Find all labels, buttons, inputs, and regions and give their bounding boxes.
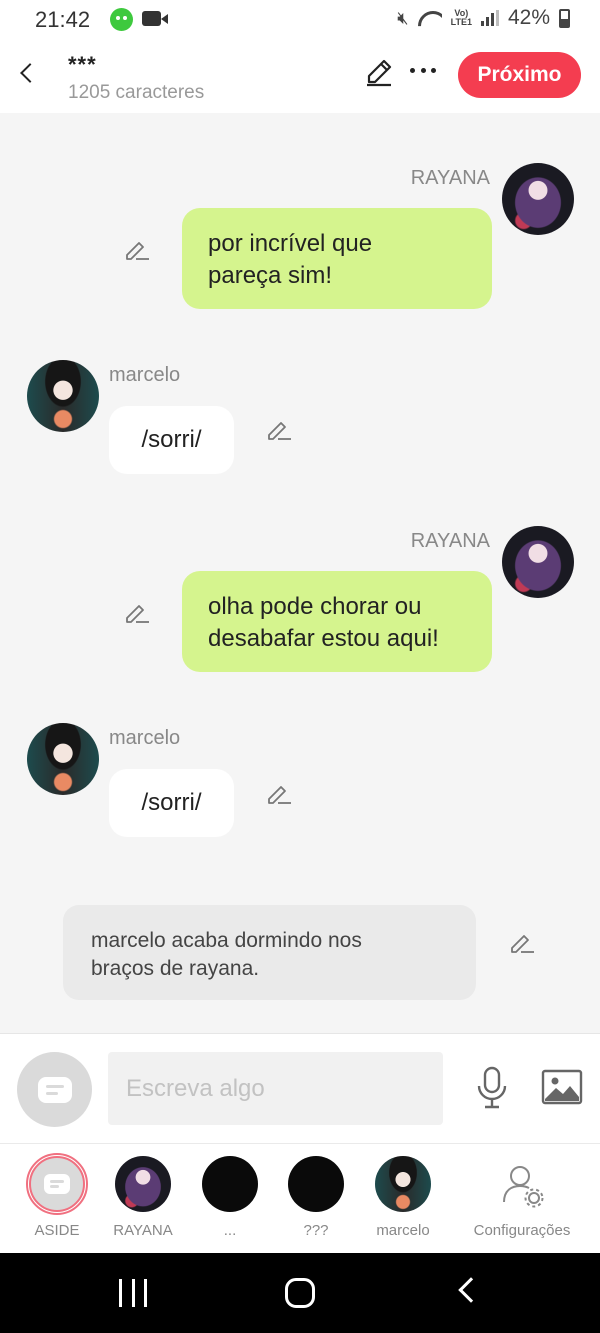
edit-message-button[interactable] xyxy=(266,782,292,808)
character-label: RAYANA xyxy=(113,1222,173,1239)
volte-icon: Vo) LTE1 xyxy=(451,9,472,27)
image-button[interactable] xyxy=(541,1069,583,1105)
edit-message-button[interactable] xyxy=(266,418,292,444)
message-text: /sorri/ xyxy=(141,789,202,816)
character-tab-rayana[interactable]: RAYANA xyxy=(100,1156,186,1239)
chat-bubble-icon xyxy=(44,1174,70,1194)
aside-bubble[interactable]: marcelo acaba dormindo nos braços de ray… xyxy=(63,905,476,1000)
wifi-icon xyxy=(418,9,442,27)
story-title: *** xyxy=(68,52,97,77)
message-line: desabafar estou aqui! xyxy=(208,625,439,652)
aside-mode-button[interactable] xyxy=(17,1052,92,1127)
avatar-rayana[interactable] xyxy=(502,163,574,235)
edit-message-button[interactable] xyxy=(124,601,150,627)
app-notification-icon xyxy=(110,8,133,31)
settings-tab[interactable]: Configurações xyxy=(468,1156,576,1239)
character-label: ??? xyxy=(303,1222,329,1239)
composer xyxy=(0,1033,600,1143)
status-bar: 21:42 🔇︎ Vo) LTE1 42% xyxy=(0,0,600,40)
character-label: ASIDE xyxy=(34,1222,80,1239)
message-line: por incrível que xyxy=(208,230,373,257)
sender-name: RAYANA xyxy=(410,167,490,189)
chat-area: RAYANA por incrível que pareça sim! marc… xyxy=(0,113,600,1033)
battery-icon xyxy=(559,8,570,28)
image-icon xyxy=(541,1069,583,1105)
home-button[interactable] xyxy=(285,1278,315,1308)
message-text: /sorri/ xyxy=(141,426,202,453)
edit-aside-button[interactable] xyxy=(509,931,535,957)
character-tab-marcelo[interactable]: marcelo xyxy=(360,1156,446,1239)
avatar-marcelo[interactable] xyxy=(27,360,99,432)
sender-name: marcelo xyxy=(109,364,181,386)
message-bubble[interactable]: /sorri/ xyxy=(109,406,234,474)
character-label: ... xyxy=(223,1222,237,1239)
battery-percent: 42% xyxy=(507,6,550,29)
character-bar: ASIDE RAYANA ... ??? marcelo Configuraçõ… xyxy=(0,1143,600,1253)
chat-bubble-icon xyxy=(37,1076,72,1103)
character-tab-dots[interactable]: ... xyxy=(187,1156,273,1239)
story-header: *** 1205 caracteres Próximo xyxy=(0,40,600,113)
system-back-button[interactable] xyxy=(458,1277,484,1303)
edit-message-button[interactable] xyxy=(124,238,150,264)
character-count: 1205 caracteres xyxy=(68,82,205,103)
message-bubble[interactable]: /sorri/ xyxy=(109,769,234,837)
character-tab-unknown[interactable]: ??? xyxy=(273,1156,359,1239)
pencil-icon xyxy=(126,242,149,260)
avatar-marcelo[interactable] xyxy=(27,723,99,795)
edit-title-button[interactable] xyxy=(363,56,395,88)
microphone-icon xyxy=(477,1066,507,1109)
pencil-icon xyxy=(126,605,149,623)
more-options-button[interactable] xyxy=(410,68,436,76)
aside-line: marcelo acaba dormindo nos xyxy=(91,929,362,952)
settings-label: Configurações xyxy=(473,1222,571,1239)
next-button[interactable]: Próximo xyxy=(458,52,581,98)
sender-name: RAYANA xyxy=(410,530,490,552)
character-tab-aside[interactable]: ASIDE xyxy=(14,1153,100,1239)
sender-name: marcelo xyxy=(109,727,181,749)
back-button[interactable] xyxy=(12,56,42,90)
message-bubble[interactable]: por incrível que pareça sim! xyxy=(182,208,492,309)
message-bubble[interactable]: olha pode chorar ou desabafar estou aqui… xyxy=(182,571,492,672)
pencil-icon xyxy=(268,422,291,440)
status-time: 21:42 xyxy=(35,7,91,32)
avatar-rayana[interactable] xyxy=(502,526,574,598)
avatar-placeholder xyxy=(288,1156,344,1212)
pencil-icon xyxy=(268,786,291,804)
aside-avatar xyxy=(26,1153,88,1215)
pencil-icon xyxy=(511,935,534,953)
user-settings-icon xyxy=(494,1156,550,1212)
character-label: marcelo xyxy=(376,1222,430,1239)
message-line: olha pode chorar ou xyxy=(208,593,422,620)
avatar-marcelo xyxy=(375,1156,431,1212)
message-input[interactable] xyxy=(108,1052,443,1125)
status-icons: 🔇︎ Vo) LTE1 42% xyxy=(397,6,570,30)
avatar-rayana xyxy=(115,1156,171,1212)
lte-label: LTE1 xyxy=(450,17,472,27)
video-camera-icon xyxy=(142,11,168,26)
aside-line: braços de rayana. xyxy=(91,957,260,980)
pencil-icon xyxy=(367,59,392,87)
mute-icon: 🔇︎ xyxy=(397,7,409,28)
microphone-button[interactable] xyxy=(474,1066,510,1110)
recent-apps-button[interactable] xyxy=(119,1279,147,1307)
avatar-placeholder xyxy=(202,1156,258,1212)
system-navigation-bar xyxy=(0,1253,600,1333)
message-line: pareça sim! xyxy=(208,262,333,289)
signal-icon xyxy=(480,10,499,26)
